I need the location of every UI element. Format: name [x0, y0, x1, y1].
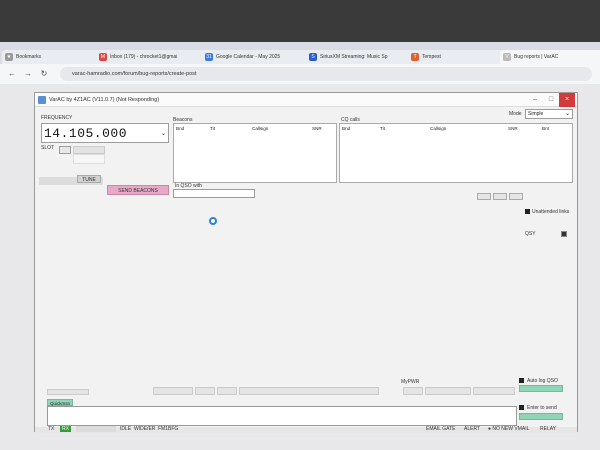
mode-label: Mode: [509, 111, 522, 117]
tab-calendar[interactable]: 31 Google Calendar - May 2025 ×: [202, 50, 316, 64]
frequency-label: FREQUENCY: [41, 115, 73, 121]
bottom-field-2[interactable]: [153, 387, 193, 395]
siriusxm-icon: S: [309, 53, 317, 61]
slot-label: SLOT: [41, 145, 55, 151]
vmail-dot-icon: ●: [488, 426, 492, 432]
beacons-table[interactable]: Bnd Tit Callsign SNR: [173, 123, 337, 183]
frequency-field[interactable]: 14.105.000 ⌄: [41, 123, 169, 143]
app-icon: [38, 96, 46, 104]
tab-siriusxm[interactable]: S SiriusXM Streaming: Music Sp ×: [306, 50, 418, 64]
column-header: SNR: [312, 126, 322, 131]
enter-send-checkbox[interactable]: [519, 405, 524, 410]
tab-label: Bookmarks: [16, 54, 42, 60]
tempest-icon: T: [411, 53, 419, 61]
wide-status: WIDE/ER: [134, 426, 156, 432]
window-titlebar: VarAC by 4Z1AC (V11.0.7) (Not Responding…: [35, 93, 577, 107]
email-gate-status[interactable]: EMAIL GATE: [426, 426, 455, 432]
frequency-value: 14.105.000: [44, 126, 128, 141]
in-qso-field[interactable]: [173, 189, 255, 198]
idle-status: IDLE: [120, 426, 132, 432]
column-header: Bnt: [542, 126, 549, 131]
small-button-2[interactable]: [493, 193, 507, 200]
bottom-field-5[interactable]: [239, 387, 379, 395]
tab-bookmarks[interactable]: ★ Bookmarks: [2, 50, 104, 64]
bottom-field-7[interactable]: [473, 387, 515, 395]
message-input[interactable]: [47, 406, 517, 426]
relay-status[interactable]: RELAY: [540, 426, 556, 432]
fm-status: FM1BFG: [158, 426, 179, 432]
calendar-icon: 31: [205, 53, 213, 61]
tx-indicator: TX: [48, 426, 55, 432]
send-button[interactable]: [519, 413, 563, 420]
unattended-checkbox[interactable]: [525, 209, 530, 214]
mode-select[interactable]: Simple ⌄: [525, 109, 573, 119]
bottom-field-3[interactable]: [195, 387, 215, 395]
tab-tempest[interactable]: T Tempest: [408, 50, 510, 64]
cq-calls-table[interactable]: Bnd Tit Callsign SNR Bnt: [339, 123, 573, 183]
slot-info-2: [73, 154, 105, 164]
reload-icon[interactable]: ↻: [38, 68, 50, 80]
tab-label: Bug reports | VarAC: [514, 54, 559, 60]
column-header: Callsign: [430, 126, 447, 131]
vmail-label: NO NEW VMAIL: [492, 426, 530, 432]
back-icon[interactable]: ←: [6, 68, 18, 80]
url-text: varac-hamradio.com/forum/bug-reports/cre…: [72, 71, 197, 77]
level-meter: [76, 426, 116, 432]
maximize-icon[interactable]: □: [543, 93, 559, 107]
address-bar[interactable]: varac-hamradio.com/forum/bug-reports/cre…: [60, 67, 592, 81]
varac-icon: V: [503, 53, 511, 61]
enter-send-label: Enter to send: [527, 405, 557, 411]
chevron-down-icon[interactable]: ⌄: [565, 110, 570, 117]
browser-toolbar: ← → ↻ varac-hamradio.com/forum/bug-repor…: [0, 64, 600, 84]
bottom-field-6[interactable]: [425, 387, 471, 395]
column-header: Tit: [210, 126, 215, 131]
mypwr-label: MyPWR: [401, 379, 420, 385]
bottom-field-1[interactable]: [47, 389, 89, 395]
unattended-label: Unattended links: [532, 209, 570, 215]
column-header: SNR: [508, 126, 518, 131]
varac-window: VarAC by 4Z1AC (V11.0.7) (Not Responding…: [34, 92, 578, 433]
tab-bug-reports[interactable]: V Bug reports | VarAC: [500, 50, 600, 64]
alert-status[interactable]: ALERT: [464, 426, 480, 432]
column-header: Bnd: [342, 126, 351, 131]
tune-label: TUNE: [82, 177, 96, 183]
autolog-button[interactable]: [519, 385, 563, 392]
mypwr-field[interactable]: [403, 387, 423, 395]
autolog-checkbox[interactable]: [519, 378, 524, 383]
tab-label: Tempest: [422, 54, 441, 60]
small-button-1[interactable]: [477, 193, 491, 200]
autolog-label: Auto log QSO: [527, 378, 558, 384]
chevron-down-icon[interactable]: ⌄: [161, 130, 166, 137]
status-row: TX RX IDLE WIDE/ER FM1BFG EMAIL GATE ALE…: [34, 425, 578, 434]
bookmark-icon: ★: [5, 53, 13, 61]
busy-cursor-icon: [209, 217, 217, 225]
send-beacons-label: SEND BEACONS: [118, 188, 158, 194]
tab-inbox[interactable]: M Inbox (179) - chrocket1@gmai ×: [96, 50, 212, 64]
tab-label: Google Calendar - May 2025: [216, 54, 281, 60]
shortcuts-tab[interactable]: Quickmsn Txtgs: [47, 399, 73, 413]
column-header: Tit: [380, 126, 385, 131]
tab-label: SiriusXM Streaming: Music Sp: [320, 54, 388, 60]
mode-value: Simple: [528, 111, 544, 117]
bottom-field-4[interactable]: [217, 387, 237, 395]
window-title: VarAC by 4Z1AC (V11.0.7) (Not Responding…: [49, 97, 160, 103]
qsy-label: QSY: [525, 231, 536, 237]
rx-indicator: RX: [60, 426, 71, 432]
column-header: Bnd: [176, 126, 185, 131]
tab-label: Inbox (179) - chrocket1@gmai: [110, 54, 178, 60]
tune-button[interactable]: TUNE: [77, 175, 101, 183]
slot-info: [73, 146, 105, 154]
send-beacons-button[interactable]: SEND BEACONS: [107, 185, 169, 195]
browser-tab-bar: ★ Bookmarks M Inbox (179) - chrocket1@gm…: [0, 42, 600, 64]
close-window-button[interactable]: ×: [559, 93, 575, 107]
forward-icon[interactable]: →: [22, 68, 34, 80]
no-new-vmail-status[interactable]: ● NO NEW VMAIL: [488, 426, 529, 432]
gmail-icon: M: [99, 53, 107, 61]
column-header: Callsign: [252, 126, 269, 131]
slot-field[interactable]: [59, 146, 71, 154]
qsy-toggle[interactable]: [561, 231, 567, 237]
small-button-3[interactable]: [509, 193, 523, 200]
minimize-icon[interactable]: –: [527, 93, 543, 107]
